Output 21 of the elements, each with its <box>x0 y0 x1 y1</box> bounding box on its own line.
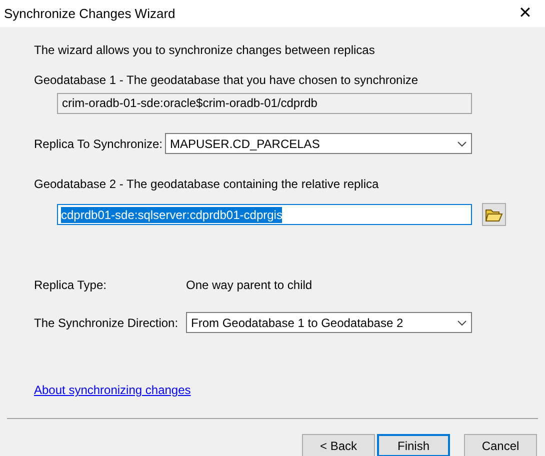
chevron-down-icon <box>457 140 467 146</box>
field-label: Replica To Synchronize: <box>34 136 164 152</box>
field-label: Replica Type: <box>34 278 108 292</box>
window-title: Synchronize Changes Wizard <box>4 4 176 23</box>
intro-text: The wizard allows you to synchronize changes between replicas <box>34 43 376 57</box>
dialog-button[interactable]: Finish <box>377 434 450 456</box>
field-label: Geodatabase 2 - The geodatabase containing the relative replica <box>34 177 380 191</box>
dialog-button[interactable]: Cancel <box>464 434 537 456</box>
geodatabase-2-field[interactable]: cdprdb01-sde:sqlserver:cdprdb01-cdprgis <box>57 204 472 225</box>
field-label: The Synchronize Direction: <box>34 314 180 332</box>
direction-dropdown[interactable]: From Geodatabase 1 to Geodatabase 2 <box>186 312 472 333</box>
dialog-button[interactable]: < Back <box>302 434 375 456</box>
geodatabase-1-field: crim-oradb-01-sde:oracle$crim-oradb-01/cdprdb <box>57 93 472 114</box>
chevron-down-icon <box>457 320 467 326</box>
browse-button[interactable] <box>482 203 506 226</box>
close-button[interactable]: ✕ <box>505 0 545 27</box>
replica-type-value: One way parent to child <box>186 278 312 292</box>
replica-dropdown[interactable]: MAPUSER.CD_PARCELAS <box>165 133 472 154</box>
folder-icon <box>485 208 503 222</box>
field-label: Geodatabase 1 - The geodatabase that you have chosen to synchronize <box>34 73 420 87</box>
help-link[interactable]: About synchronizing changes <box>34 383 191 397</box>
